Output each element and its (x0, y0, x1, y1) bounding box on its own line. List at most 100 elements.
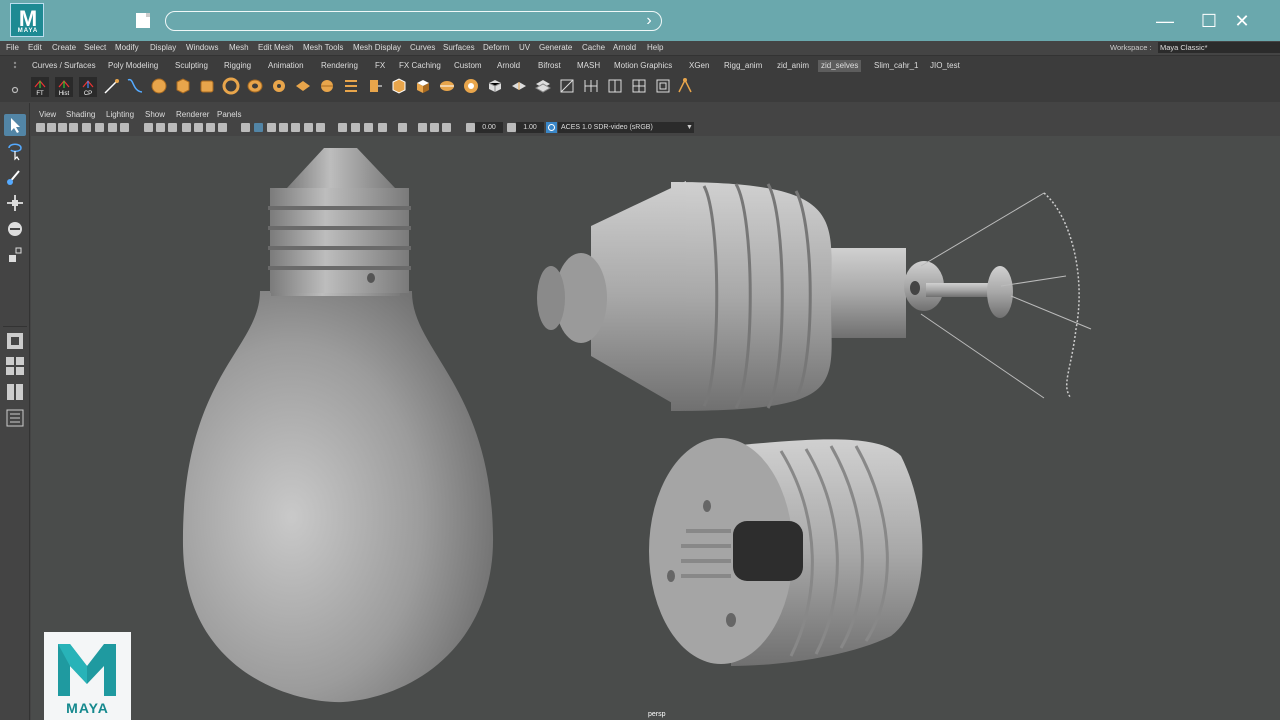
workspace-select[interactable]: Maya Classic* (1158, 42, 1280, 53)
chevron-right-icon[interactable]: › (639, 11, 659, 31)
multi-cut-tool-icon[interactable] (342, 77, 360, 95)
snap-grid-icon[interactable] (582, 77, 600, 95)
view-transform-select[interactable]: ACES 1.0 SDR-video (sRGB) (558, 122, 694, 133)
smooth-shade-icon[interactable] (218, 123, 227, 132)
mirror-tool-icon[interactable] (510, 77, 528, 95)
uv-editor-icon[interactable] (558, 77, 576, 95)
exposure-icon[interactable] (466, 123, 475, 132)
menu-create[interactable]: Create (52, 41, 76, 54)
shelf-tab-sculpting[interactable]: Sculpting (172, 60, 211, 72)
menu-edit[interactable]: Edit (28, 41, 42, 54)
outliner-layout-icon[interactable] (4, 407, 26, 429)
poly-cylinder-icon[interactable] (198, 77, 216, 95)
two-d-pan-icon[interactable] (82, 123, 91, 132)
safe-title-icon[interactable] (194, 123, 203, 132)
rig-tool-icon[interactable] (676, 77, 694, 95)
combine-tool-icon[interactable] (438, 77, 456, 95)
document-icon[interactable] (136, 13, 150, 28)
menu-surfaces[interactable]: Surfaces (443, 41, 475, 54)
shelf-tab-rigging[interactable]: Rigging (221, 60, 254, 72)
grease-pencil-icon[interactable] (95, 123, 104, 132)
menu-modify[interactable]: Modify (115, 41, 139, 54)
poly-sphere-icon[interactable] (150, 77, 168, 95)
shelf-tab-jio-test[interactable]: JIO_test (927, 60, 963, 72)
shelf-tab-arnold[interactable]: Arnold (494, 60, 523, 72)
panel-menu-lighting[interactable]: Lighting (106, 109, 134, 121)
menu-generate[interactable]: Generate (539, 41, 572, 54)
viewport-persp[interactable] (31, 136, 1280, 720)
menu-file[interactable]: File (6, 41, 19, 54)
film-gate-icon[interactable] (120, 123, 129, 132)
shelf-tab-motion-graphics[interactable]: Motion Graphics (611, 60, 675, 72)
two-view-layout-icon[interactable] (4, 381, 26, 403)
shelf-tab-animation[interactable]: Animation (265, 60, 307, 72)
menu-mesh[interactable]: Mesh (229, 41, 249, 54)
menu-help[interactable]: Help (647, 41, 663, 54)
minimize-button[interactable]: — (1150, 8, 1180, 34)
menu-curves[interactable]: Curves (410, 41, 435, 54)
bezier-curve-tool-icon[interactable] (126, 77, 144, 95)
maximize-button[interactable]: ☐ (1194, 8, 1224, 34)
texture-display-icon[interactable] (442, 123, 451, 132)
menu-mesh-tools[interactable]: Mesh Tools (303, 41, 343, 54)
menu-mesh-display[interactable]: Mesh Display (353, 41, 401, 54)
dropdown-arrow-icon[interactable]: ▼ (686, 122, 693, 133)
smooth-tool-icon[interactable] (486, 77, 504, 95)
center-pivot-button[interactable]: CP (79, 77, 97, 97)
panel-menu-panels[interactable]: Panels (217, 109, 241, 121)
move-tool-icon[interactable] (4, 192, 26, 214)
shelf-tab-bifrost[interactable]: Bifrost (535, 60, 564, 72)
shelf-tab-custom[interactable]: Custom (451, 60, 485, 72)
shelf-tab-zid-selves[interactable]: zid_selves (818, 60, 862, 72)
panel-menu-renderer[interactable]: Renderer (176, 109, 209, 121)
bevel-tool-icon[interactable] (390, 77, 408, 95)
ambient-occlusion-icon[interactable] (338, 123, 347, 132)
shelf-tab-slim-cahr-1[interactable]: Slim_cahr_1 (871, 60, 921, 72)
gamma-field[interactable]: 1.00 (516, 122, 544, 133)
poly-cube-icon[interactable] (174, 77, 192, 95)
menu-cache[interactable]: Cache (582, 41, 605, 54)
close-button[interactable]: ✕ (1227, 8, 1257, 34)
paint-select-tool-icon[interactable] (4, 166, 26, 188)
menu-edit-mesh[interactable]: Edit Mesh (258, 41, 294, 54)
panel-menu-show[interactable]: Show (145, 109, 165, 121)
grid-icon[interactable] (108, 123, 117, 132)
safe-action-icon[interactable] (182, 123, 191, 132)
menu-windows[interactable]: Windows (186, 41, 218, 54)
use-all-lights-icon[interactable] (267, 123, 276, 132)
poly-helix-icon[interactable] (294, 77, 312, 95)
textured-icon[interactable] (254, 123, 263, 132)
wireframe-icon[interactable] (206, 123, 215, 132)
delete-history-button[interactable]: Hist (55, 77, 73, 97)
single-perspective-view-icon[interactable] (4, 330, 26, 352)
boolean-tool-icon[interactable] (534, 77, 552, 95)
wireframe-on-shaded-icon[interactable] (241, 123, 250, 132)
bridge-tool-icon[interactable] (414, 77, 432, 95)
poly-gear-icon[interactable] (270, 77, 288, 95)
poly-torus-icon[interactable] (222, 77, 240, 95)
shelf-tab-rigg-anim[interactable]: Rigg_anim (721, 60, 765, 72)
snap-curve-icon[interactable] (606, 77, 624, 95)
poly-platonic-icon[interactable] (318, 77, 336, 95)
resolution-gate-icon[interactable] (144, 123, 153, 132)
four-view-layout-icon[interactable] (4, 355, 26, 377)
menu-deform[interactable]: Deform (483, 41, 509, 54)
lasso-tool-icon[interactable] (4, 140, 26, 162)
exposure-field[interactable]: 0.00 (475, 122, 503, 133)
ep-curve-tool-icon[interactable] (103, 77, 121, 95)
depth-of-field-icon[interactable] (378, 123, 387, 132)
image-plane-icon[interactable] (69, 123, 78, 132)
xray-icon[interactable] (291, 123, 300, 132)
gate-mask-icon[interactable] (156, 123, 165, 132)
xray-components-icon[interactable] (316, 123, 325, 132)
shelf-tab-curves-surfaces[interactable]: Curves / Surfaces (29, 60, 99, 72)
shelf-tab-poly-modeling[interactable]: Poly Modeling (105, 60, 161, 72)
separate-tool-icon[interactable] (462, 77, 480, 95)
poly-pipe-icon[interactable] (246, 77, 264, 95)
camera-attributes-icon[interactable] (47, 123, 56, 132)
color-management-icon[interactable] (546, 122, 557, 133)
xray-joints-icon[interactable] (304, 123, 313, 132)
shelf-tab-fx[interactable]: FX (372, 60, 388, 72)
scale-tool-icon[interactable] (4, 244, 26, 266)
socket-base-model[interactable] (649, 438, 923, 666)
